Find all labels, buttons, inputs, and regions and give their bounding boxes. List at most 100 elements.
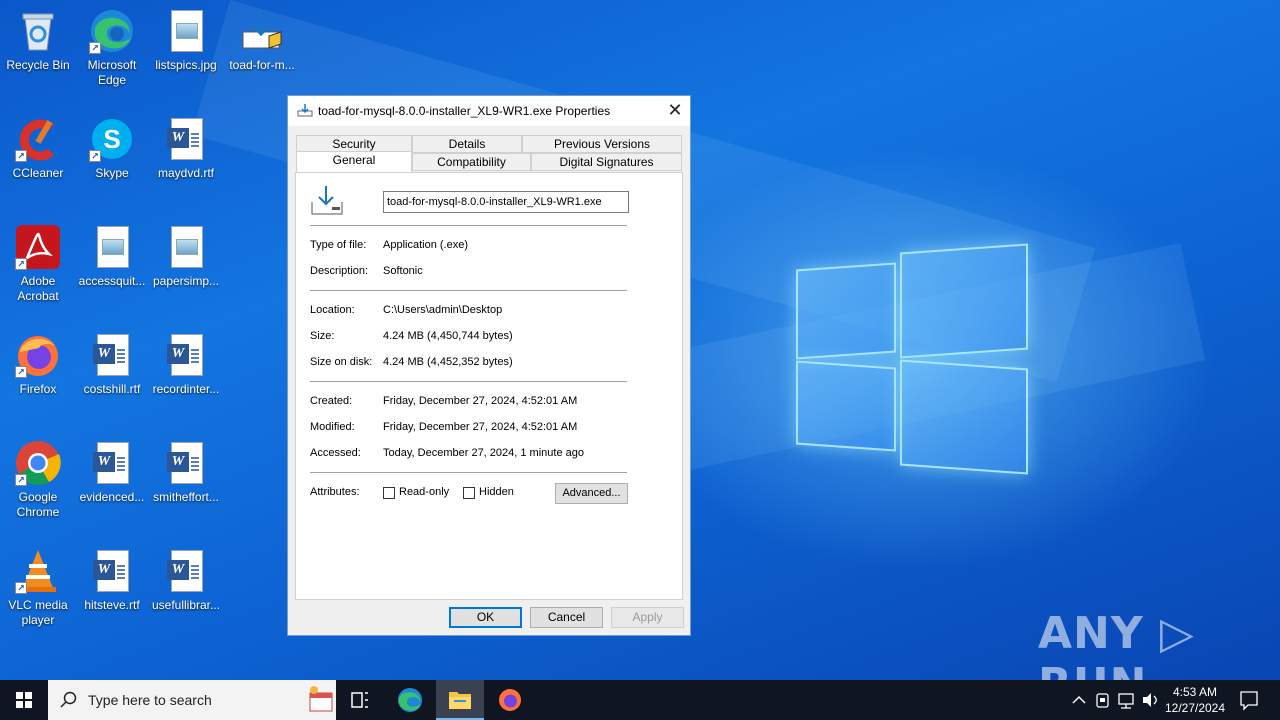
desktop-icon-vlc[interactable]: ↗ VLC media player (0, 548, 76, 628)
skype-icon: S ↗ (89, 116, 135, 162)
desktop-icon-firefox[interactable]: ↗ Firefox (0, 332, 76, 397)
search-box[interactable]: Type here to search (48, 680, 336, 720)
tray-volume-button[interactable] (1140, 680, 1162, 720)
separator (310, 225, 627, 226)
adobe-acrobat-icon: ↗ (15, 224, 61, 270)
location-value: C:\Users\admin\Desktop (383, 304, 503, 316)
show-hidden-icons-button[interactable] (1068, 680, 1090, 720)
desktop-icon-label: maydvd.rtf (157, 166, 214, 180)
desktop-icon-maydvd[interactable]: W maydvd.rtf (148, 116, 224, 181)
search-placeholder: Type here to search (88, 692, 212, 708)
filename-input[interactable]: toad-for-mysql-8.0.0-installer_XL9-WR1.e… (383, 191, 629, 213)
tray-device-button[interactable] (1092, 680, 1114, 720)
close-icon: ✕ (667, 100, 683, 120)
tab-digital-signatures[interactable]: Digital Signatures (531, 153, 682, 171)
desktop-icon-papersimp[interactable]: papersimp... (148, 224, 224, 289)
separator (310, 472, 627, 473)
desktop-icon-accessquit[interactable]: accessquit... (74, 224, 150, 289)
word-document-icon: W (163, 440, 209, 486)
cancel-button[interactable]: Cancel (530, 607, 603, 628)
task-view-button[interactable] (336, 680, 384, 720)
word-document-icon: W (89, 548, 135, 594)
accessed-value: Today, December 27, 2024, 1 minute ago (383, 447, 584, 459)
tab-previous-versions[interactable]: Previous Versions (522, 135, 682, 153)
word-document-icon: W (89, 332, 135, 378)
size-value: 4.24 MB (4,450,744 bytes) (383, 330, 513, 342)
word-document-icon: W (163, 548, 209, 594)
separator (310, 290, 627, 291)
taskbar-file-explorer[interactable] (436, 680, 484, 720)
taskbar-firefox[interactable] (486, 680, 534, 720)
close-button[interactable]: ✕ (660, 96, 690, 126)
desktop-icon-label: usefullibrar... (151, 598, 221, 612)
taskbar-clock[interactable]: 4:53 AM 12/27/2024 (1162, 684, 1228, 716)
desktop-icon-costshill[interactable]: W costshill.rtf (74, 332, 150, 397)
description-value: Softonic (383, 265, 423, 277)
size-on-disk-value: 4.24 MB (4,452,352 bytes) (383, 356, 513, 368)
desktop-icon-label: costshill.rtf (83, 382, 141, 396)
taskbar: Type here to search 4:53 AM 12/27/2024 (0, 680, 1280, 720)
word-document-icon: W (89, 440, 135, 486)
vlc-icon: ↗ (15, 548, 61, 594)
desktop-icon-label: listspics.jpg (155, 58, 217, 72)
tab-details[interactable]: Details (412, 135, 522, 153)
edge-icon (398, 688, 422, 712)
desktop-icon-microsoft-edge[interactable]: ↗ Microsoft Edge (74, 8, 150, 88)
desktop-icon-ccleaner[interactable]: ↗ CCleaner (0, 116, 76, 181)
firefox-icon (499, 689, 521, 711)
advanced-button[interactable]: Advanced... (555, 483, 628, 504)
desktop-icon-toad-installer[interactable]: toad-for-m... (224, 8, 300, 73)
tab-general[interactable]: General (296, 151, 412, 172)
tab-compatibility[interactable]: Compatibility (412, 153, 531, 171)
windows-wallpaper-logo (796, 240, 1028, 478)
general-tab-panel: toad-for-mysql-8.0.0-installer_XL9-WR1.e… (295, 172, 683, 600)
desktop-icon-label: Microsoft Edge (87, 58, 137, 87)
edge-icon: ↗ (89, 8, 135, 54)
notifications-button[interactable] (1234, 680, 1264, 720)
desktop-icon-google-chrome[interactable]: ↗ Google Chrome (0, 440, 76, 520)
modified-label: Modified: (310, 421, 355, 433)
type-label: Type of file: (310, 239, 367, 251)
ok-button[interactable]: OK (449, 607, 522, 628)
desktop-icon-label: evidenced... (79, 490, 145, 504)
desktop-icon-recycle-bin[interactable]: Recycle Bin (0, 8, 76, 73)
readonly-checkbox[interactable] (383, 487, 395, 499)
word-document-icon: W (163, 116, 209, 162)
apply-button[interactable]: Apply (611, 607, 684, 628)
word-document-icon: W (163, 332, 209, 378)
desktop-icon-usefullibrar[interactable]: W usefullibrar... (148, 548, 224, 613)
desktop-icon-evidenced[interactable]: W evidenced... (74, 440, 150, 505)
desktop-icon-listspics[interactable]: listspics.jpg (148, 8, 224, 73)
device-icon (1096, 693, 1109, 708)
desktop-icon-label: VLC media player (8, 598, 68, 627)
hidden-label: Hidden (479, 486, 514, 498)
calendar-icon (309, 686, 333, 712)
clock-time: 4:53 AM (1172, 685, 1218, 699)
type-value: Application (.exe) (383, 239, 468, 251)
svg-text:S: S (103, 124, 120, 154)
location-label: Location: (310, 304, 355, 316)
recycle-bin-icon (15, 8, 61, 54)
start-button[interactable] (0, 680, 48, 720)
desktop-icon-label: Skype (95, 166, 129, 180)
taskbar-edge[interactable] (386, 680, 434, 720)
desktop-icon-hitsteve[interactable]: W hitsteve.rtf (74, 548, 150, 613)
desktop-icon-label: CCleaner (12, 166, 64, 180)
dialog-titlebar[interactable]: toad-for-mysql-8.0.0-installer_XL9-WR1.e… (288, 96, 690, 126)
network-icon (1118, 693, 1134, 709)
tray-network-button[interactable] (1116, 680, 1138, 720)
desktop-icon-label: Adobe Acrobat (17, 274, 59, 303)
desktop-icon-adobe-acrobat[interactable]: ↗ Adobe Acrobat (0, 224, 76, 304)
desktop-icon-label: accessquit... (78, 274, 146, 288)
installer-icon (239, 8, 285, 54)
readonly-label: Read-only (399, 486, 450, 498)
desktop-icon-smitheffort[interactable]: W smitheffort... (148, 440, 224, 505)
image-file-icon (89, 224, 135, 270)
desktop-icon-skype[interactable]: S ↗ Skype (74, 116, 150, 181)
search-icon (60, 691, 77, 708)
attributes-label: Attributes: (310, 486, 360, 498)
desktop-icon-label: hitsteve.rtf (84, 598, 140, 612)
created-value: Friday, December 27, 2024, 4:52:01 AM (383, 395, 578, 407)
hidden-checkbox[interactable] (463, 487, 475, 499)
desktop-icon-recordinter[interactable]: W recordinter... (148, 332, 224, 397)
